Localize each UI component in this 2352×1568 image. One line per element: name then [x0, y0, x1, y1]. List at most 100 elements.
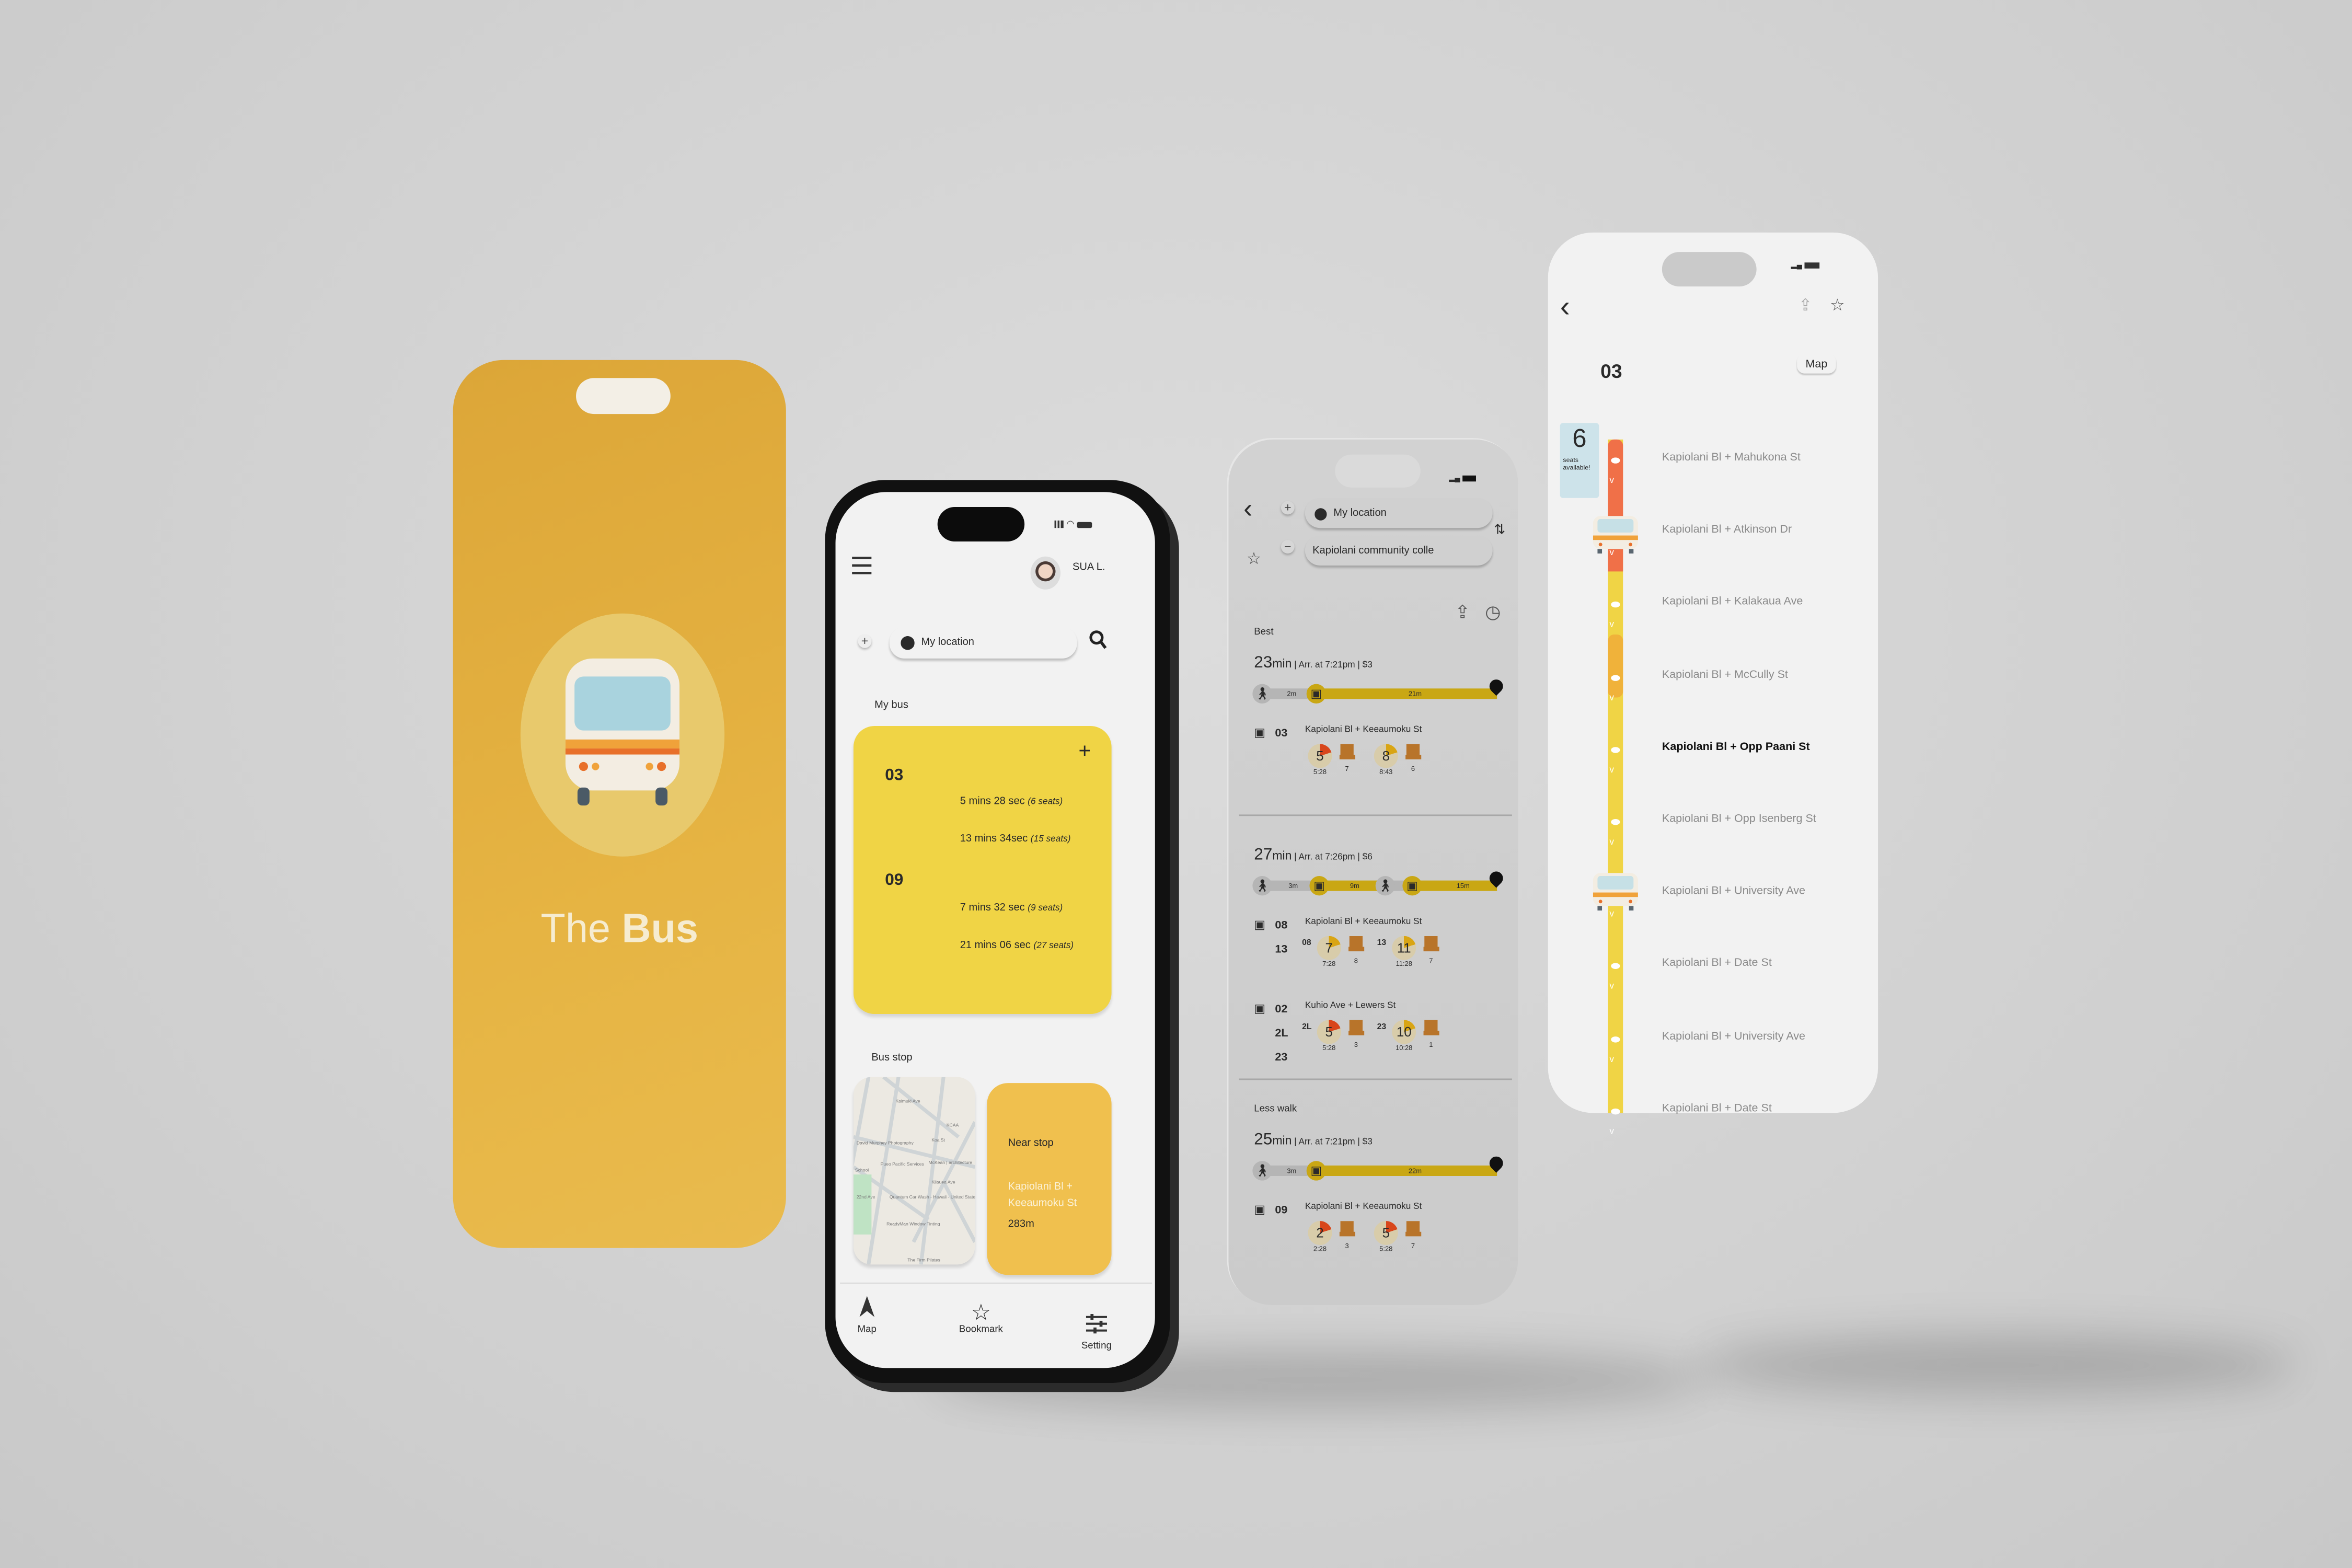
map-label: The Firm Pilates [907, 1256, 940, 1263]
nav-map[interactable]: Map [849, 1296, 885, 1335]
nav-bookmark[interactable]: ☆ Bookmark [951, 1302, 1011, 1335]
swap-arrows-icon: ⇅ [1494, 522, 1506, 537]
near-stop-distance: 283m [1008, 1219, 1034, 1230]
segment-duration: 9m [1350, 882, 1359, 890]
bus-icon: ▣ [1254, 726, 1265, 740]
search-icon [1089, 630, 1107, 649]
signal-icon [1054, 520, 1064, 528]
map-label: School [855, 1167, 869, 1173]
boarding-stop: Kapiolani Bl + Keeaumoku St [1305, 726, 1422, 735]
bus-stop-map[interactable]: David Murphey Photography Pueo Pacific Se… [853, 1077, 975, 1265]
duration-unit: min [1272, 657, 1292, 671]
duration-unit: min [1272, 1134, 1292, 1148]
stop-dot [1611, 818, 1620, 825]
seat-count: 8 [1345, 936, 1366, 964]
seat-count: 7 [1402, 1221, 1423, 1250]
stop-item[interactable]: Kapiolani Bl + Opp Paani St [1662, 739, 1810, 753]
stop-item[interactable]: Kapiolani Bl + University Ave [1662, 1029, 1805, 1042]
add-location-button[interactable]: + [858, 634, 872, 648]
chevron-down-icon: v [1609, 1055, 1615, 1065]
group-route: 13 [1377, 939, 1387, 948]
stop-dot [1611, 746, 1620, 753]
bus-icon: ▣ [1254, 1203, 1265, 1217]
nav-label: Map [857, 1324, 877, 1335]
chevron-down-icon: v [1609, 983, 1615, 993]
near-stop-title: Near stop [1008, 1138, 1054, 1149]
add-bus-button[interactable]: + [1078, 738, 1090, 762]
menu-button[interactable] [852, 555, 872, 576]
bus-icon: ▣ [1310, 687, 1322, 701]
route-summary: 27min | Arr. at 7:26pm | $6 [1254, 846, 1373, 864]
chair-icon [1347, 1020, 1365, 1035]
near-stop-card[interactable]: Near stop Kapiolani Bl + Keeaumoku St 28… [987, 1083, 1112, 1275]
stop-item[interactable]: Kapiolani Bl + Opp Isenberg St [1662, 812, 1816, 825]
arrival-time: 8:43 [1379, 768, 1393, 776]
bus-icon: ▣ [1406, 879, 1418, 893]
my-bus-card[interactable]: + 03 5 mins 28 sec (6 seats) 13 mins 34s… [853, 726, 1112, 1014]
walking-person-icon: 🚶︎ [1254, 687, 1270, 701]
boarding-stop: Kapiolani Bl + Keeaumoku St [1305, 918, 1422, 927]
bus-arrival: 21 mins 06 sec (27 seats) [960, 940, 1074, 951]
seat-number: 1 [1429, 1041, 1433, 1049]
share-button[interactable]: ⇪ [1455, 602, 1470, 622]
bus-route-number: 2L [1275, 1026, 1288, 1040]
remove-stop-button[interactable]: − [1281, 540, 1295, 554]
arrival-minutes-pie: 11 [1392, 936, 1416, 960]
map-label: Koa St [931, 1137, 946, 1143]
bus-front-icon [565, 658, 680, 806]
group-route: 23 [1377, 1023, 1387, 1032]
destination-input[interactable]: Kapiolani community colle [1305, 535, 1493, 566]
seats-available-badge: 6 seats available! [1560, 423, 1599, 498]
route-summary: 25min | Arr. at 7:21pm | $3 [1254, 1131, 1373, 1149]
navigation-arrow-icon [859, 1296, 875, 1317]
chair-icon [1423, 1020, 1439, 1035]
bookmark-button[interactable]: ☆ [1830, 295, 1844, 315]
route-timeline: 🚶︎ 2m ▣ 21m [1252, 676, 1506, 704]
battery-icon [1463, 475, 1477, 482]
segment-duration: 2m [1287, 690, 1297, 698]
seat-arrival: 10 10:28 [1389, 1020, 1419, 1052]
location-search-input[interactable]: ⬤ My location [889, 627, 1077, 659]
bus-icon: ▣ [1254, 1002, 1265, 1016]
chair-icon [1339, 744, 1355, 759]
origin-input[interactable]: ⬤ My location [1305, 498, 1493, 528]
swap-button[interactable]: ⇅ [1494, 522, 1505, 539]
nav-setting[interactable]: Setting [1074, 1314, 1119, 1352]
route-number: 03 [1600, 360, 1622, 383]
bus-node: ▣ [1306, 1161, 1326, 1181]
stop-item[interactable]: Kapiolani Bl + Date St [1662, 1101, 1772, 1114]
back-button[interactable]: ‹ [1560, 293, 1570, 322]
route-arrival: | Arr. at 7:26pm [1292, 853, 1355, 863]
walk-node: 🚶︎ [1375, 876, 1396, 896]
status-bar: ▂▄ [1449, 474, 1477, 483]
chevron-left-icon: ‹ [1560, 291, 1570, 324]
route-price: | $6 [1355, 853, 1373, 863]
arrival-minutes-pie: 5 [1308, 744, 1332, 768]
bookmark-star-button[interactable]: ☆ [1247, 549, 1261, 568]
my-bus-label: My bus [874, 700, 908, 711]
walking-person-icon: 🚶︎ [1254, 879, 1270, 893]
back-button[interactable]: ‹ [1243, 495, 1252, 522]
map-label: ReadyMan Window Tinting [886, 1221, 940, 1227]
walk-node: 🚶︎ [1252, 1161, 1272, 1181]
walking-person-icon: 🚶︎ [1254, 1164, 1270, 1178]
search-button[interactable] [1089, 630, 1107, 657]
stop-item[interactable]: Kapiolani Bl + Atkinson Dr [1662, 522, 1792, 536]
bus-arrival: 13 mins 34sec (15 seats) [960, 834, 1071, 845]
share-icon: ⇪ [1455, 601, 1470, 623]
schedule-button[interactable]: ◷ [1485, 602, 1501, 622]
map-label: David Murphey Photography [856, 1140, 914, 1146]
stop-item[interactable]: Kapiolani Bl + Date St [1662, 956, 1772, 970]
add-stop-button[interactable]: + [1281, 501, 1295, 515]
share-button[interactable]: ⇪ [1798, 295, 1812, 315]
stop-item[interactable]: Kapiolani Bl + Mahukona St [1662, 450, 1801, 464]
stop-item[interactable]: Kapiolani Bl + McCully St [1662, 667, 1788, 681]
arrival-minutes-pie: 5 [1317, 1020, 1341, 1044]
stop-item[interactable]: Kapiolani Bl + University Ave [1662, 884, 1805, 897]
bus-stop-label: Bus stop [871, 1053, 913, 1064]
avatar[interactable] [1030, 556, 1061, 590]
map-button[interactable]: Map [1797, 354, 1836, 373]
segment-duration: 15m [1456, 882, 1470, 890]
chevron-down-icon: v [1609, 477, 1615, 486]
stop-item[interactable]: Kapiolani Bl + Kalakaua Ave [1662, 595, 1803, 608]
